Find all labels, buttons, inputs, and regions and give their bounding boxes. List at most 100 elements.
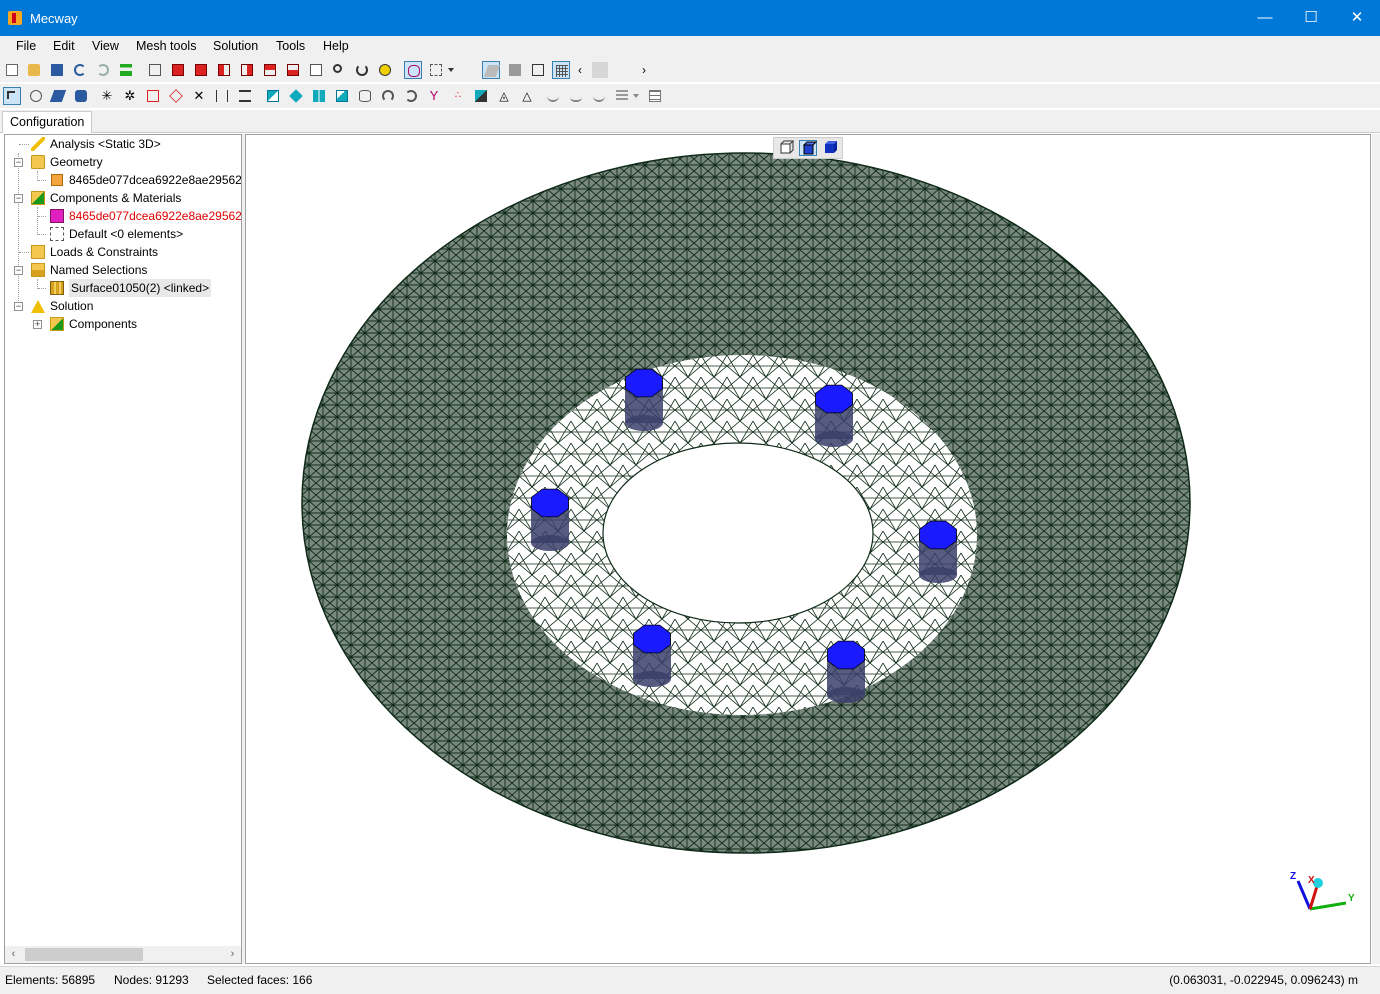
scale-icon[interactable] [333,87,351,105]
chevron-down-icon[interactable] [446,61,456,79]
menu-solution[interactable]: Solution [213,39,258,53]
scrollbar-thumb[interactable] [25,948,143,961]
revolve-icon[interactable] [379,87,397,105]
undo-icon[interactable] [71,61,89,79]
tree-item-label: Solution [50,299,94,313]
zoom-box-icon[interactable] [307,61,325,79]
view-back-icon[interactable] [192,61,210,79]
slider-thumb[interactable] [592,62,608,78]
y-axis-line [1309,901,1347,911]
view-left-icon[interactable] [215,61,233,79]
folder-icon [31,155,45,169]
shrink-icon[interactable]: ✲ [121,87,139,105]
nodes-icon[interactable]: ∴ [449,87,467,105]
display-options-icon[interactable] [427,61,445,79]
select-element-icon[interactable] [49,87,67,105]
mesh-options-icon[interactable] [613,87,631,105]
bolt-hole-bottom [633,671,671,687]
redo-icon[interactable] [94,61,112,79]
view-bottom-icon[interactable] [284,61,302,79]
copy-translate-icon[interactable] [264,87,282,105]
tree-horizontal-scrollbar[interactable]: ‹ › [5,946,241,963]
triangle-mesh-icon[interactable]: ◬ [495,87,513,105]
bolt-hole-bottom [815,431,853,447]
zoom-icon[interactable] [330,61,348,79]
component-icon [50,209,64,223]
close-button[interactable]: ✕ [1334,0,1380,36]
view-right-icon[interactable] [238,61,256,79]
maximize-button[interactable]: ☐ [1288,0,1334,36]
nav-left-icon[interactable]: ‹ [574,61,586,79]
surface-view-icon[interactable] [482,61,501,79]
mirror-icon[interactable] [310,87,328,105]
shaded-edges-cube-icon[interactable] [799,140,818,156]
tree-expander-named-selections[interactable]: − [14,266,23,275]
wireframe-cube-icon[interactable] [777,140,795,156]
split-icon[interactable]: Y [425,87,443,105]
select-pointer-icon[interactable] [3,87,21,105]
sweep-icon[interactable] [402,87,420,105]
surface-selection-icon [50,281,64,295]
triangle-icon[interactable]: △ [518,87,536,105]
view-iso-wire-icon[interactable] [146,61,164,79]
save-icon[interactable] [48,61,66,79]
rotate-icon[interactable] [353,61,371,79]
status-bar: Elements: 56895 Nodes: 91293 Selected fa… [0,966,1380,994]
refine-icon[interactable] [472,87,490,105]
tree-connector [19,144,29,145]
table-icon[interactable] [646,87,664,105]
tree-item-label: Loads & Constraints [50,245,159,259]
menu-view[interactable]: View [92,39,119,53]
tree-item-label: Analysis <Static 3D> [50,137,161,151]
show-mesh-icon[interactable] [404,61,422,79]
tree-item-label: Components [69,317,138,331]
solution-icon [31,300,45,313]
smooth-icon[interactable] [544,87,562,105]
bolt-hole-bottom [531,535,569,551]
nav-right-icon[interactable]: › [638,61,650,79]
model-viewport[interactable]: Z X Y [245,134,1371,964]
view-top-icon[interactable] [261,61,279,79]
menu-tools[interactable]: Tools [276,39,305,53]
tree-item-label: Geometry [50,155,103,169]
zoom-all-icon[interactable] [376,61,394,79]
extrude-icon[interactable] [236,87,254,105]
tab-configuration[interactable]: Configuration [2,111,93,133]
merge-nodes-icon[interactable] [213,87,231,105]
tree-expander-solution-components[interactable]: + [33,320,42,329]
default-component-icon [50,227,64,241]
delete-icon[interactable]: ✕ [190,87,208,105]
tree-expander-solution[interactable]: − [14,302,23,311]
menu-file[interactable]: File [16,39,36,53]
shell-icon[interactable] [567,87,585,105]
chevron-down-icon[interactable] [631,87,641,105]
wireframe-box-icon[interactable] [529,61,547,79]
select-node-icon[interactable] [27,87,45,105]
curve-icon[interactable] [590,87,608,105]
cylinder-icon[interactable] [356,87,374,105]
scroll-right-icon[interactable]: › [224,946,241,963]
shaded-cube-icon[interactable] [821,140,839,156]
tree-expander-geometry[interactable]: − [14,158,23,167]
tree-expander-components[interactable]: − [14,194,23,203]
scroll-left-icon[interactable]: ‹ [5,946,22,963]
view-front-icon[interactable] [169,61,187,79]
move-icon[interactable] [287,87,305,105]
element-box-icon[interactable] [144,87,162,105]
menu-edit[interactable]: Edit [53,39,75,53]
solid-view-icon[interactable] [506,61,524,79]
solve-icon[interactable] [117,61,135,79]
explode-icon[interactable]: ✳ [98,87,116,105]
menu-mesh-tools[interactable]: Mesh tools [136,39,196,53]
select-face-icon[interactable] [72,87,90,105]
menu-help[interactable]: Help [323,39,349,53]
bolt-hole-selected-face [633,624,671,654]
tree-connector [37,207,38,235]
mesh-grid-icon[interactable] [552,61,570,79]
element-cube-icon[interactable] [167,87,185,105]
status-elements: Elements: 56895 [5,973,96,987]
minimize-button[interactable]: — [1242,0,1288,36]
tree-item-label: Surface01050(2) <linked> [69,279,212,297]
new-file-icon[interactable] [3,61,21,79]
open-folder-icon[interactable] [25,61,43,79]
